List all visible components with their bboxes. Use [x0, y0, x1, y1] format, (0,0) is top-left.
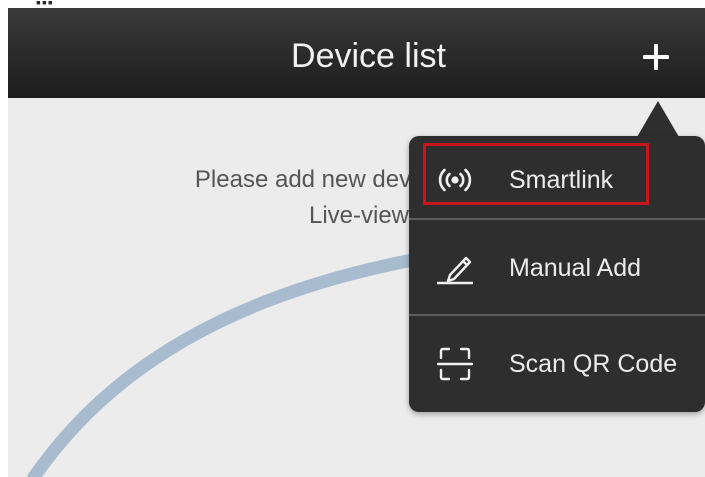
- menu-item-manual-add[interactable]: Manual Add: [409, 224, 705, 312]
- navigation-bar: Device list: [8, 8, 705, 98]
- add-device-menu: Smartlink Manual Add Scan QR Code: [409, 136, 705, 412]
- page-title-text: Device list: [291, 37, 446, 75]
- page-title: Device list: [8, 8, 705, 98]
- add-device-button[interactable]: [633, 34, 679, 80]
- status-bar-fragment: ▪▪▪: [36, 0, 106, 6]
- popup-pointer: [637, 101, 679, 137]
- menu-item-scan-qr-code[interactable]: Scan QR Code: [409, 320, 705, 408]
- status-bar: ▪▪▪: [0, 0, 705, 8]
- highlight-frame: [423, 143, 649, 205]
- pencil-icon: [435, 248, 475, 288]
- menu-item-smartlink[interactable]: Smartlink: [409, 136, 705, 224]
- menu-item-manual-add-label: Manual Add: [509, 253, 642, 282]
- menu-item-scan-qr-code-label: Scan QR Code: [509, 349, 678, 378]
- menu-divider: [409, 218, 705, 220]
- plus-icon: [643, 44, 669, 70]
- qr-scan-icon: [435, 344, 475, 384]
- menu-divider: [409, 314, 705, 316]
